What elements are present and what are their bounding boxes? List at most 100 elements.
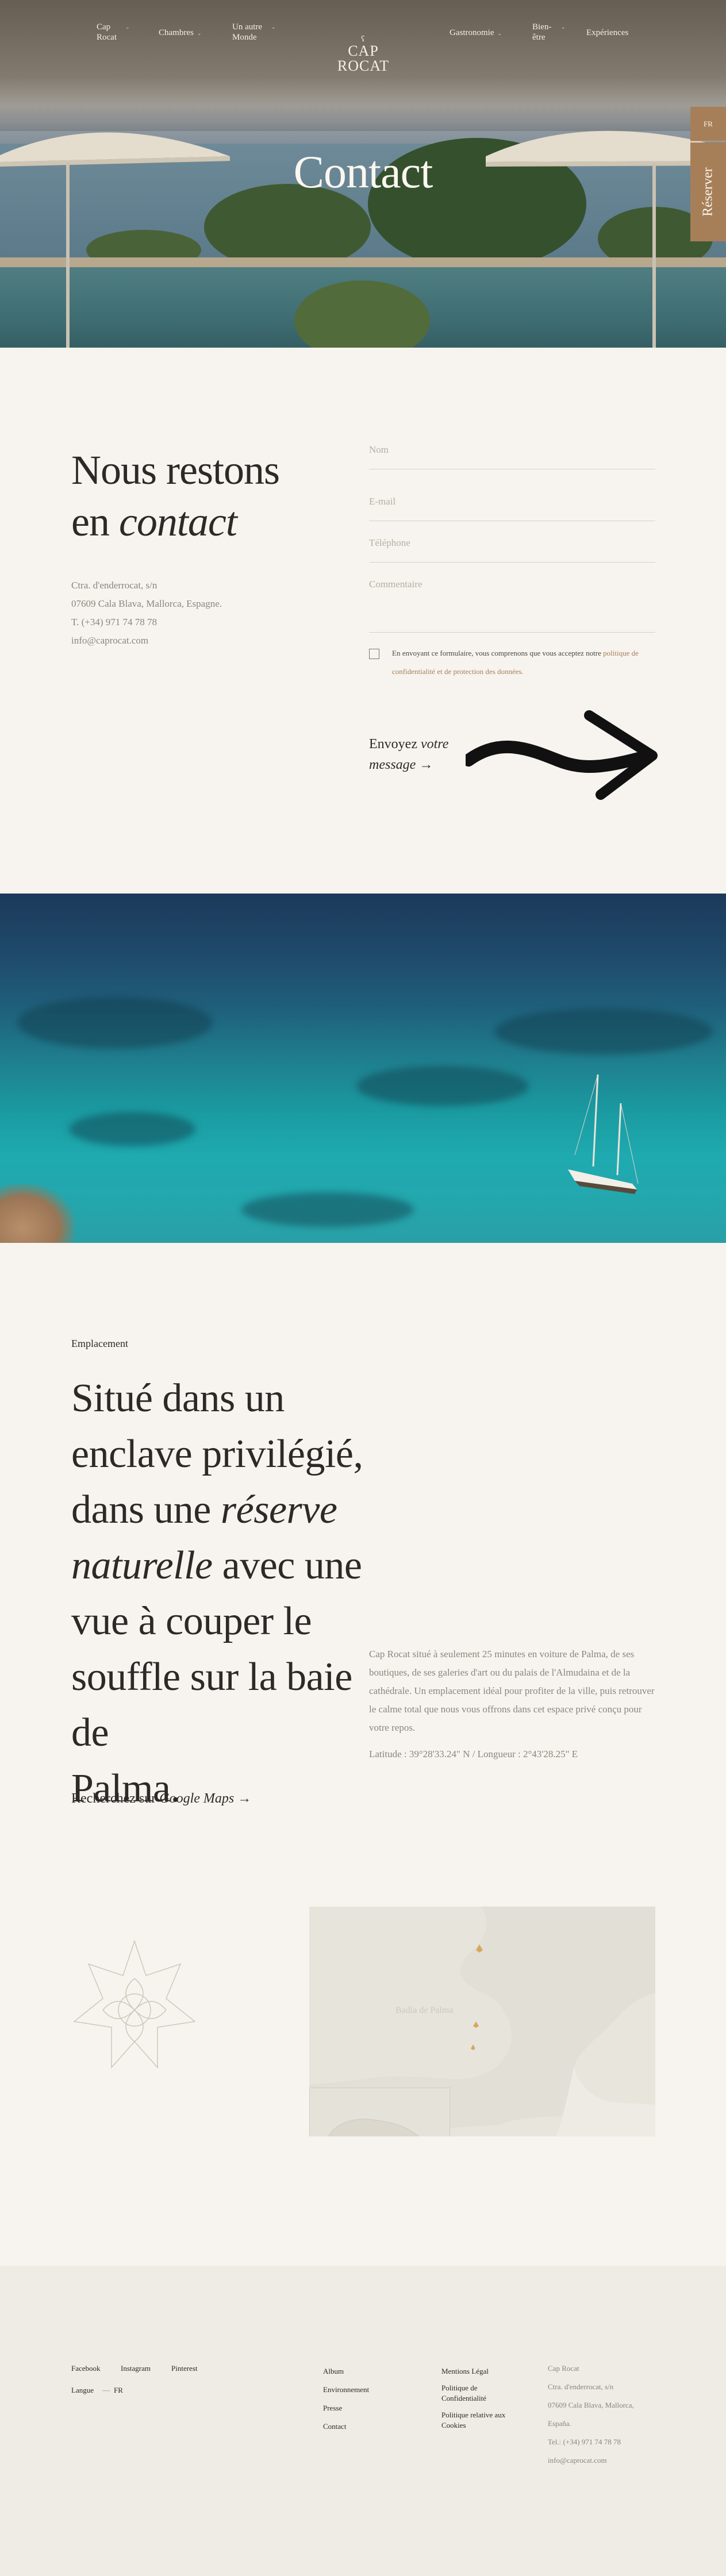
footer-link-cookies[interactable]: Cookies (441, 2420, 466, 2431)
big-arrow-icon[interactable] (466, 709, 661, 800)
chevron-down-icon: ⌄ (271, 24, 276, 30)
name-field[interactable] (369, 444, 655, 469)
footer-link-contact[interactable]: Contact (323, 2421, 346, 2432)
heading-line-1: Nous restons (71, 447, 280, 493)
footer-link-mentions-legal[interactable]: Mentions Légal (441, 2366, 489, 2377)
arrow-right-icon: → (419, 757, 433, 772)
location-map[interactable]: Badia de Palma (309, 1907, 655, 2136)
consent-checkbox-row: En envoyant ce formulaire, vous compreno… (369, 644, 656, 681)
email-input[interactable] (369, 496, 655, 507)
logo-line-1: CAP (348, 43, 379, 59)
footer-company-name: Cap Rocat (548, 2364, 579, 2373)
location-heading: Situé dans un enclave privilégié, dans u… (71, 1370, 393, 1816)
sea-shadow (356, 1066, 529, 1106)
consent-text: En envoyant ce formulaire, vous compreno… (369, 644, 656, 681)
instagram-link[interactable]: Instagram (121, 2363, 151, 2374)
address-line: Ctra. d'enderrocat, s/n (71, 580, 158, 591)
nav-chambres[interactable]: Chambres ⌄ (159, 28, 201, 38)
heading-line: vue à couper le (71, 1599, 312, 1643)
map-label: Badia de Palma (395, 2005, 453, 2015)
footer-phone[interactable]: Tel.: (+34) 971 74 78 78 (548, 2433, 621, 2451)
language-switcher[interactable]: FR (690, 107, 726, 141)
footer-address: Ctra. d'enderrocat, s/n (548, 2382, 614, 2391)
sea-shadow (69, 1112, 195, 1146)
consent-label: En envoyant ce formulaire, vous compreno… (392, 649, 604, 657)
arrow-right-icon: → (237, 1791, 252, 1806)
heading-emphasis: naturelle (71, 1543, 213, 1588)
send-label: Envoyez (369, 737, 421, 752)
island-outline (328, 2119, 420, 2136)
nav-label: Gastronomie (450, 28, 494, 37)
phone-input[interactable] (369, 537, 655, 549)
nav-label: Expériences (586, 28, 629, 37)
nav-gastronomie[interactable]: Gastronomie ⌄ (450, 28, 502, 38)
footer-email[interactable]: info@caprocat.com (548, 2451, 607, 2470)
contact-heading: Nous restons en contact (71, 444, 336, 548)
main-nav: Cap Rocat ⌄ Chambres ⌄ Un autre Monde ⌄ ʕ C… (0, 22, 726, 74)
email-field[interactable] (369, 496, 655, 521)
location-description: Cap Rocat situé à seulement 25 minutes e… (369, 1649, 655, 1733)
nav-label: Un autre Monde (232, 22, 263, 42)
reserve-button[interactable]: Réserver (690, 143, 726, 241)
footer-address: 07609 Cala Blava, Mallorca, (548, 2401, 634, 2409)
send-label-em: votre (420, 737, 449, 752)
map-inset (309, 2088, 450, 2136)
phone-field[interactable] (369, 537, 655, 563)
facebook-link[interactable]: Facebook (71, 2363, 101, 2374)
heading-line: enclave privilégié, (71, 1432, 363, 1476)
section-eyebrow: Emplacement (71, 1338, 128, 1349)
logo[interactable]: ʕ CAP ROCAT (335, 35, 392, 74)
consent-checkbox[interactable] (369, 649, 379, 659)
page-title: Contact (293, 147, 433, 198)
nav-label: Chambres (159, 28, 194, 37)
chevron-down-icon: ⌄ (497, 30, 502, 36)
chevron-down-icon: ⌄ (125, 24, 130, 30)
heading-line: dans une (71, 1488, 221, 1532)
nav-cap-rocat[interactable]: Cap Rocat ⌄ (97, 22, 130, 43)
nav-un-autre-monde[interactable]: Un autre Monde ⌄ (232, 22, 276, 43)
name-input[interactable] (369, 444, 655, 456)
google-maps-link[interactable]: Recherchez sur Google Maps → (71, 1791, 251, 1807)
maps-link-label: Recherchez sur (71, 1791, 160, 1806)
footer-link-presse[interactable]: Presse (323, 2403, 342, 2413)
send-message-button[interactable]: Envoyez votre message → (369, 734, 448, 775)
hero-banner: Cap Rocat ⌄ Chambres ⌄ Un autre Monde ⌄ ʕ C… (0, 0, 726, 348)
language-label: Langue (71, 2386, 94, 2394)
heading-line-2: en (71, 499, 119, 545)
heading-line: Situé dans un (71, 1376, 285, 1420)
contact-info: Ctra. d'enderrocat, s/n 07609 Cala Blava… (71, 576, 222, 650)
footer-language-select[interactable]: FR (114, 2385, 123, 2396)
send-label-line-2: message (369, 757, 416, 772)
footer-link-cookies[interactable]: Politique relative aux (441, 2410, 505, 2420)
heading-emphasis: réserve (220, 1488, 337, 1532)
location-section: Emplacement Situé dans un enclave privil… (0, 1243, 726, 2266)
sea-shadow (241, 1192, 414, 1227)
coastal-rocks (0, 1184, 75, 1243)
phone-link[interactable]: T. (+34) 971 74 78 78 (71, 613, 222, 632)
footer-address: España. (548, 2419, 571, 2428)
pinterest-link[interactable]: Pinterest (171, 2363, 198, 2374)
nav-bien-etre[interactable]: Bien-être ⌄ (532, 22, 566, 43)
heading-emphasis: contact (118, 499, 237, 545)
gps-coordinates: Latitude : 39°28'33.24" N / Longueur : 2… (369, 1749, 578, 1759)
footer-link-privacy[interactable]: Confidentialité (441, 2393, 486, 2404)
nav-label: Bien-être (532, 22, 552, 42)
email-link[interactable]: info@caprocat.com (71, 632, 222, 650)
nav-experiences[interactable]: Expériences (586, 28, 628, 38)
footer-link-environnement[interactable]: Environnement (323, 2385, 369, 2395)
reserve-label: Réserver (700, 167, 716, 217)
heading-line: souffle sur la baie de (71, 1655, 352, 1755)
footer-link-privacy[interactable]: Politique de (441, 2383, 477, 2393)
comment-textarea[interactable] (369, 579, 655, 613)
heading-line: avec une (212, 1543, 362, 1588)
compass-emblem-icon (73, 1939, 196, 2069)
contact-section: Nous restons en contact Ctra. d'enderroc… (0, 348, 726, 894)
sailboat-icon (568, 1074, 639, 1194)
footer-link-album[interactable]: Album (323, 2366, 344, 2377)
language-separator: — (102, 2386, 110, 2394)
sea-shadow (17, 997, 213, 1049)
logo-swirl-icon: ʕ (361, 35, 366, 44)
chevron-down-icon: ⌄ (197, 30, 202, 36)
comment-field[interactable] (369, 579, 655, 633)
maps-link-em: Google Maps (159, 1791, 235, 1806)
